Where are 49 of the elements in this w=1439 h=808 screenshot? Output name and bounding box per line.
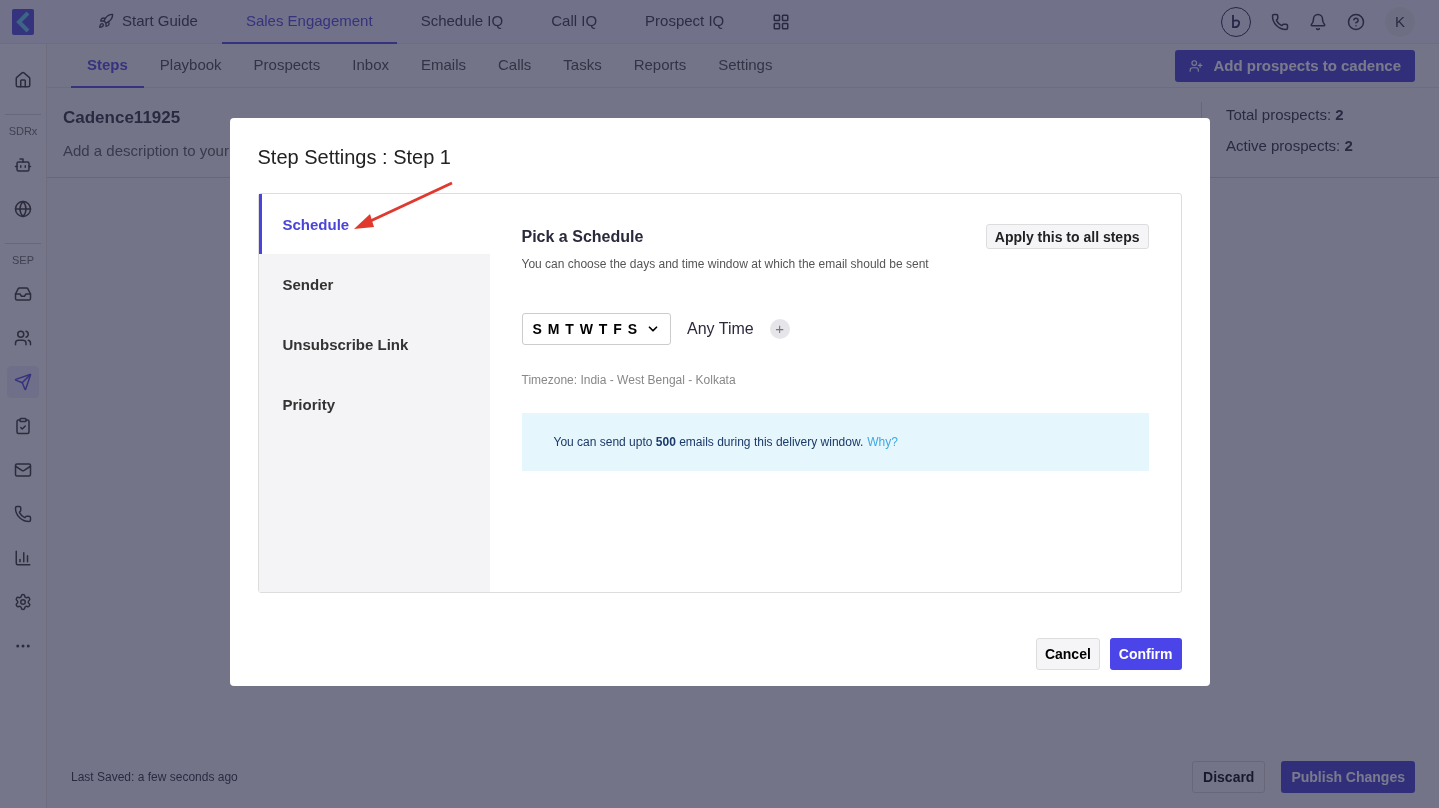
add-time-button[interactable]: + — [769, 319, 790, 339]
timezone-text: Timezone: India - West Bengal - Kolkata — [521, 373, 737, 387]
sidebar-section-label: SDRx — [5, 114, 41, 137]
cadence-name: Cadence11925 — [63, 108, 182, 128]
top-nav-item[interactable]: Call IQ — [527, 0, 622, 44]
last-saved-text: Last Saved: a few seconds ago — [71, 770, 238, 784]
top-nav-item[interactable]: Start Guide — [74, 0, 222, 44]
tab[interactable]: Reports — [617, 43, 703, 88]
bell-icon[interactable] — [1309, 12, 1327, 31]
dialog-title: Step Settings : Step 1 — [257, 146, 452, 169]
tab[interactable]: Emails — [405, 43, 482, 88]
settings-menu-item[interactable]: Sender — [258, 254, 490, 314]
tab[interactable]: Calls — [482, 43, 548, 88]
discard-button[interactable]: Discard — [1192, 761, 1266, 793]
active-prospects: Active prospects: 2 — [1226, 137, 1354, 154]
apps-icon[interactable] — [772, 12, 791, 31]
user-avatar[interactable]: K — [1385, 6, 1415, 37]
phone-icon[interactable] — [1271, 12, 1289, 31]
rocket-icon — [98, 12, 114, 29]
confirm-button[interactable]: Confirm — [1109, 638, 1182, 670]
sidebar-section-label: SEP — [5, 243, 41, 266]
apply-all-button[interactable]: Apply this to all steps — [985, 224, 1149, 249]
settings-menu-item[interactable]: Priority — [258, 374, 490, 434]
top-nav-item[interactable]: Schedule IQ — [396, 0, 528, 44]
tab[interactable]: Playbook — [143, 43, 238, 88]
tab[interactable]: Tasks — [547, 43, 618, 88]
tab[interactable]: Inbox — [336, 43, 405, 88]
days-dropdown[interactable]: S M T W T F S — [521, 313, 672, 345]
section-subtitle: You can choose the days and time window at which the email should be sent — [521, 257, 930, 271]
tab[interactable]: Prospects — [237, 43, 337, 88]
tab[interactable]: Steps — [71, 43, 144, 88]
user-plus-icon — [1189, 58, 1204, 73]
info-text: You can send upto 500 emails during this delivery window. — [553, 435, 864, 449]
section-heading: Pick a Schedule — [521, 227, 644, 246]
tab[interactable]: Settings — [702, 43, 789, 88]
help-icon[interactable] — [1347, 12, 1365, 31]
send-icon[interactable] — [7, 366, 39, 398]
settings-menu-item[interactable]: Schedule — [258, 194, 490, 254]
cadence-description: Add a description to your — [63, 142, 229, 159]
publish-button[interactable]: Publish Changes — [1281, 761, 1415, 793]
logo-icon[interactable] — [12, 8, 34, 35]
cancel-button[interactable]: Cancel — [1035, 638, 1100, 670]
total-prospects: Total prospects: 2 — [1226, 106, 1345, 123]
top-nav-item[interactable]: Sales Engagement — [221, 0, 397, 44]
why-link[interactable]: Why? — [867, 435, 898, 449]
time-window-text: Any Time — [687, 320, 754, 338]
settings-menu-item[interactable]: Unsubscribe Link — [258, 314, 490, 374]
top-nav-item[interactable]: Prospect IQ — [621, 0, 749, 44]
add-prospects-button[interactable]: Add prospects to cadence — [1175, 49, 1415, 82]
